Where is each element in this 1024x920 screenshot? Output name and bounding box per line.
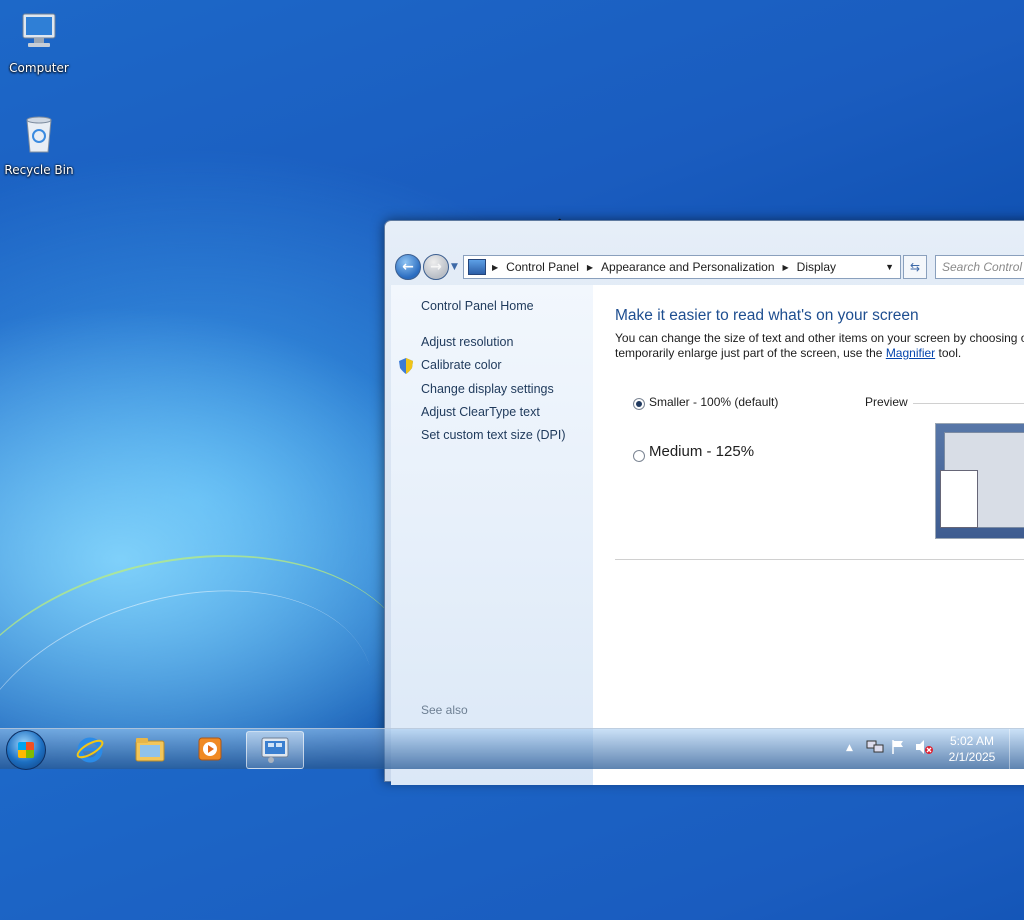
description-text-part: tool.	[935, 346, 962, 360]
taskbar-internet-explorer[interactable]	[62, 731, 118, 767]
display-settings-icon	[261, 737, 289, 763]
description-text-part: temporarily enlarge just part of the scr…	[615, 346, 886, 360]
breadcrumb-separator-icon: ▶	[586, 262, 594, 272]
divider	[615, 559, 1024, 560]
clock[interactable]: 5:02 AM 2/1/2025	[940, 733, 1004, 765]
navigation-bar: ← → ▼ ▶ Control Panel ▶ Appearance and P…	[391, 251, 1024, 280]
back-button[interactable]: ←	[395, 254, 421, 280]
action-center-flag-icon[interactable]	[890, 739, 906, 758]
sidebar-item-calibrate-color[interactable]: Calibrate color	[421, 358, 502, 372]
folder-icon	[135, 738, 165, 762]
taskbar-control-panel[interactable]	[246, 731, 304, 769]
network-icon[interactable]	[866, 739, 884, 758]
magnifier-link[interactable]: Magnifier	[886, 346, 935, 360]
divider	[913, 403, 1024, 404]
breadcrumb-display[interactable]: Display	[797, 260, 836, 274]
option-label-medium[interactable]: Medium - 125%	[649, 443, 754, 460]
sidebar-item-control-panel-home[interactable]: Control Panel Home	[421, 299, 534, 313]
taskbar-media-player[interactable]	[182, 731, 238, 767]
show-hidden-icons-button[interactable]: ▲	[846, 743, 853, 753]
show-desktop-button[interactable]	[1009, 729, 1024, 769]
control-panel-icon	[468, 259, 486, 275]
see-also-heading: See also	[421, 703, 468, 717]
address-bar[interactable]: ▶ Control Panel ▶ Appearance and Persona…	[463, 255, 901, 279]
refresh-icon: ⇆	[909, 260, 921, 274]
content-pane: Make it easier to read what's on your sc…	[593, 285, 1024, 785]
desktop-icon-label: Computer	[9, 61, 69, 75]
description-line: You can change the size of text and othe…	[615, 331, 1024, 345]
breadcrumb-control-panel[interactable]: Control Panel	[506, 260, 579, 274]
refresh-button[interactable]: ⇆	[903, 255, 927, 279]
preview-label: Preview	[865, 395, 908, 409]
task-pane: Control Panel Home Adjust resolution Cal…	[391, 285, 593, 785]
breadcrumb-appearance[interactable]: Appearance and Personalization	[601, 260, 774, 274]
description-line: temporarily enlarge just part of the scr…	[615, 346, 1024, 361]
breadcrumb-separator-icon: ▶	[782, 262, 789, 272]
control-panel-window[interactable]: ← → ▼ ▶ Control Panel ▶ Appearance and P…	[384, 220, 1024, 785]
sidebar-item-custom-text-size[interactable]: Set custom text size (DPI)	[421, 428, 565, 442]
forward-button[interactable]: →	[423, 254, 449, 280]
sidebar-item-change-display-settings[interactable]: Change display settings	[421, 382, 554, 396]
computer-icon	[22, 13, 56, 47]
recycle-bin-icon	[26, 116, 52, 153]
windows-logo-icon	[18, 742, 34, 758]
taskbar-windows-explorer[interactable]	[122, 731, 178, 767]
desktop-icon-recycle-bin[interactable]: Recycle Bin	[4, 112, 74, 177]
media-player-icon	[198, 737, 222, 761]
radio-medium[interactable]	[633, 450, 645, 462]
description-text: You can change the size of text and othe…	[615, 331, 1024, 361]
volume-muted-icon[interactable]	[914, 739, 934, 758]
radio-smaller[interactable]	[633, 398, 645, 410]
clock-time: 5:02 AM	[949, 734, 995, 748]
desktop-icon-computer[interactable]: Computer	[4, 10, 74, 75]
start-button[interactable]	[6, 730, 46, 770]
preview-thumbnail	[935, 423, 1024, 539]
sidebar-item-adjust-cleartype[interactable]: Adjust ClearType text	[421, 405, 540, 419]
desktop-icon-label: Recycle Bin	[4, 163, 74, 177]
recent-pages-dropdown[interactable]: ▼	[451, 262, 458, 272]
option-label-smaller[interactable]: Smaller - 100% (default)	[649, 395, 778, 409]
sidebar-item-adjust-resolution[interactable]: Adjust resolution	[421, 335, 513, 349]
breadcrumb-separator-icon: ▶	[492, 262, 499, 272]
chevron-down-icon: ▼	[451, 262, 458, 272]
search-input[interactable]: Search Control Panel	[935, 255, 1024, 279]
clock-date: 2/1/2025	[948, 750, 996, 764]
arrow-left-icon: ←	[402, 259, 414, 275]
address-dropdown-icon[interactable]: ▼	[885, 262, 894, 272]
page-title: Make it easier to read what's on your sc…	[615, 307, 919, 324]
internet-explorer-icon	[76, 737, 104, 763]
preview-window	[940, 470, 978, 528]
arrow-right-icon: →	[430, 259, 442, 275]
shield-icon	[399, 358, 413, 374]
taskbar: ▲ 5:02 AM 2/1/2025	[0, 728, 1024, 770]
